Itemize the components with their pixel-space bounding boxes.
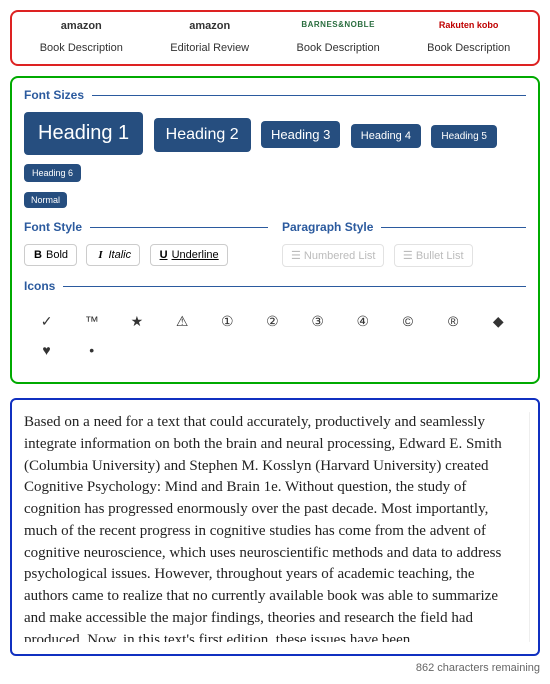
heading-2-button[interactable]: Heading 2: [154, 118, 251, 152]
check-icon[interactable]: ✓: [24, 307, 69, 336]
warning-icon[interactable]: ⚠: [160, 307, 205, 336]
bullet-list-button[interactable]: ☰ Bullet List: [394, 244, 473, 267]
circled-2-icon[interactable]: ②: [250, 307, 295, 336]
numbered-list-button[interactable]: ☰ Numbered List: [282, 244, 384, 267]
formatting-toolbar: Font Sizes Heading 1 Heading 2 Heading 3…: [10, 76, 540, 384]
italic-button[interactable]: IItalic: [86, 244, 140, 266]
section-title: Font Style: [24, 220, 82, 234]
copyright-icon[interactable]: ©: [385, 307, 430, 336]
numbered-list-icon: ☰: [291, 250, 304, 262]
bold-icon: B: [33, 249, 43, 261]
scrollbar[interactable]: [529, 412, 530, 642]
bullet-icon[interactable]: •: [69, 336, 114, 364]
button-label: Italic: [108, 249, 131, 261]
heading-buttons-row: Heading 1 Heading 2 Heading 3 Heading 4 …: [24, 112, 526, 216]
amazon-logo: amazon: [40, 20, 123, 34]
heading-6-button[interactable]: Heading 6: [24, 164, 81, 182]
divider: [381, 227, 526, 228]
tab-kobo[interactable]: Rakuten kobo Book Description: [427, 20, 510, 56]
diamond-icon[interactable]: ◆: [476, 307, 521, 336]
circled-3-icon[interactable]: ③: [295, 307, 340, 336]
button-label: Bold: [46, 249, 68, 261]
barnes-noble-logo: BARNES&NOBLE: [297, 20, 380, 34]
paragraph-style-header: Paragraph Style: [282, 220, 526, 234]
font-sizes-header: Font Sizes: [24, 88, 526, 102]
tab-label: Book Description: [297, 42, 380, 54]
bold-button[interactable]: BBold: [24, 244, 77, 266]
button-label: Numbered List: [304, 250, 376, 262]
italic-icon: I: [95, 249, 105, 261]
button-label: Underline: [172, 249, 219, 261]
circled-1-icon[interactable]: ①: [205, 307, 250, 336]
editor-textarea[interactable]: Based on a need for a text that could ac…: [24, 412, 525, 642]
divider: [90, 227, 268, 228]
icons-grid: ✓ ™ ★ ⚠ ① ② ③ ④ © ® ◆ ♥ •: [24, 303, 526, 368]
section-title: Font Sizes: [24, 88, 84, 102]
amazon-logo: amazon: [170, 20, 249, 34]
section-title: Paragraph Style: [282, 220, 373, 234]
trademark-icon[interactable]: ™: [69, 307, 114, 336]
description-editor[interactable]: Based on a need for a text that could ac…: [10, 398, 540, 656]
tab-label: Book Description: [427, 42, 510, 54]
tab-amazon-editorial[interactable]: amazon Editorial Review: [170, 20, 249, 56]
divider: [92, 95, 526, 96]
heading-1-button[interactable]: Heading 1: [24, 112, 143, 155]
circled-4-icon[interactable]: ④: [340, 307, 385, 336]
destination-tabs: amazon Book Description amazon Editorial…: [10, 10, 540, 66]
underline-button[interactable]: UUnderline: [150, 244, 228, 266]
bullet-list-icon: ☰: [403, 250, 416, 262]
tab-label: Book Description: [40, 42, 123, 54]
character-count: 862 characters remaining: [10, 662, 540, 674]
section-title: Icons: [24, 279, 55, 293]
registered-icon[interactable]: ®: [431, 307, 476, 336]
star-icon[interactable]: ★: [114, 307, 159, 336]
tab-barnes-noble[interactable]: BARNES&NOBLE Book Description: [297, 20, 380, 56]
normal-text-button[interactable]: Normal: [24, 192, 67, 208]
heading-5-button[interactable]: Heading 5: [431, 125, 497, 148]
heading-3-button[interactable]: Heading 3: [261, 121, 340, 148]
icons-header: Icons: [24, 279, 526, 293]
heart-icon[interactable]: ♥: [24, 336, 69, 364]
tab-label: Editorial Review: [170, 42, 249, 54]
kobo-logo: Rakuten kobo: [427, 20, 510, 34]
button-label: Bullet List: [416, 250, 464, 262]
font-style-header: Font Style: [24, 220, 268, 234]
tab-amazon-description[interactable]: amazon Book Description: [40, 20, 123, 56]
divider: [63, 286, 526, 287]
heading-4-button[interactable]: Heading 4: [351, 124, 421, 148]
underline-icon: U: [159, 249, 169, 261]
